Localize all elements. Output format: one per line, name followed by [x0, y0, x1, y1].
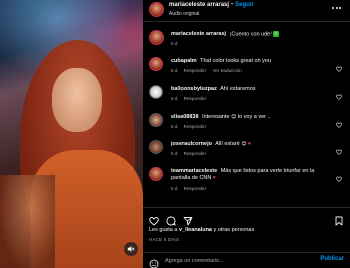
- comment-item: balloonsbyluzpaz Ahí estaremos 5 d Respo…: [143, 84, 350, 104]
- comment-username[interactable]: cubapalm: [171, 58, 197, 64]
- comment-meta: 5 d Responder: [171, 124, 211, 129]
- comment-like-button[interactable]: [336, 59, 342, 72]
- post-date: HACE 5 DÍAS: [149, 237, 180, 242]
- save-button[interactable]: [334, 213, 344, 226]
- send-icon: [183, 217, 193, 226]
- more-horizontal-icon[interactable]: [332, 5, 342, 11]
- likes-summary: Les gusta a v_lleanaluna y otras persona…: [149, 227, 254, 233]
- comment-text-line: elisa08838 Interesante 😊 lo voy a ver ..: [171, 114, 331, 121]
- mute-toggle-button[interactable]: [124, 242, 138, 256]
- heart-outline-icon: [336, 176, 342, 182]
- reply-button[interactable]: Responder: [184, 124, 206, 129]
- post-detail-panel: mariaceleste arrarasj • Seguir Audio origi…: [143, 0, 350, 268]
- add-comment-bar: Publicar: [143, 252, 350, 268]
- comment-text-line: joseraulcornejo Allí estaré 😊 ♥: [171, 141, 331, 148]
- caption-time: 5 d: [171, 41, 178, 46]
- commenter-avatar[interactable]: [149, 57, 163, 71]
- post-caption: mariaceleste arrarasj ¡Cuento con ude! ✓…: [143, 26, 350, 50]
- speaker-muted-icon: [127, 246, 135, 252]
- author-avatar[interactable]: [149, 2, 164, 17]
- heart-outline-icon: [336, 122, 342, 128]
- likes-prefix: Les gusta a: [149, 227, 178, 233]
- comment-meta: 5 d Responder: [171, 96, 211, 101]
- commenter-avatar[interactable]: [149, 113, 163, 127]
- follow-button[interactable]: Seguir: [235, 2, 254, 8]
- check-emoji-icon: ✓: [273, 31, 280, 37]
- comment-time: 5 d: [171, 124, 178, 129]
- comment-input[interactable]: [165, 256, 305, 266]
- comment-text-line: balloonsbyluzpaz Ahí estaremos: [171, 86, 331, 93]
- caption-text: ¡Cuento con ude!: [229, 31, 272, 38]
- presenter-face: [52, 68, 102, 132]
- comment-time: 5 d: [171, 151, 178, 156]
- red-heart-emoji-icon: ♥: [247, 141, 251, 147]
- publish-button[interactable]: Publicar: [320, 256, 344, 262]
- reply-button[interactable]: Responder: [184, 151, 206, 156]
- comment-username[interactable]: joseraulcornejo: [171, 141, 212, 147]
- caption-text-line: mariaceleste arrarasj ¡Cuento con ude! ✓: [171, 31, 331, 38]
- bookmark-icon: [335, 216, 343, 226]
- comment-text: That color looks great on you: [200, 58, 272, 64]
- comment-time: 5 d: [171, 186, 178, 191]
- smile-emoji-icon: 😊: [241, 141, 247, 147]
- commenter-avatar[interactable]: [149, 85, 163, 99]
- comment-username[interactable]: teammariaceleste: [171, 168, 217, 174]
- heart-outline-icon: [336, 66, 342, 72]
- post-action-bar: [143, 207, 350, 226]
- comment-text-cont: lo voy a ver ..: [237, 114, 271, 120]
- reply-button[interactable]: Responder: [184, 186, 206, 191]
- secondary-figure: [0, 175, 55, 268]
- heart-outline-icon: [336, 94, 342, 100]
- comment-item: cubapalm That color looks great on you 5…: [143, 56, 350, 76]
- comment-like-button[interactable]: [336, 115, 342, 128]
- separator-dot: •: [231, 2, 234, 8]
- comment-text-line: teammariaceleste Más que listos para ver…: [171, 168, 321, 182]
- comment-item: elisa08838 Interesante 😊 lo voy a ver ..…: [143, 112, 350, 132]
- reply-button[interactable]: Responder: [184, 96, 206, 101]
- audio-label[interactable]: Audio original: [169, 11, 199, 17]
- like-button[interactable]: [149, 213, 159, 226]
- reply-button[interactable]: Responder: [184, 68, 206, 73]
- share-button[interactable]: [183, 213, 193, 226]
- smile-emoji-icon: 😊: [231, 114, 237, 120]
- comment-username[interactable]: balloonsbyluzpaz: [171, 86, 217, 92]
- comment-item: joseraulcornejo Allí estaré 😊 ♥ 5 d Resp…: [143, 139, 350, 159]
- emoji-picker-button[interactable]: [149, 256, 159, 268]
- author-username[interactable]: mariaceleste arrarasj: [169, 2, 229, 8]
- comment-icon: [166, 216, 176, 226]
- red-heart-emoji-icon: ♥: [212, 175, 216, 181]
- post-header: mariaceleste arrarasj • Seguir Audio origi…: [143, 0, 350, 22]
- comment-like-button[interactable]: [336, 87, 342, 100]
- comment-like-button[interactable]: [336, 169, 342, 182]
- comment-item: teammariaceleste Más que listos para ver…: [143, 166, 350, 196]
- comment-text: Ahí estaremos: [220, 86, 256, 92]
- heart-outline-icon: [336, 149, 342, 155]
- likes-suffix[interactable]: y otras personas: [214, 227, 255, 233]
- likes-user[interactable]: v_lleanaluna: [179, 227, 212, 233]
- caption-avatar[interactable]: [149, 30, 164, 45]
- comment-like-button[interactable]: [336, 142, 342, 155]
- comment-button[interactable]: [166, 213, 176, 226]
- reel-video[interactable]: [0, 0, 143, 268]
- comment-time: 5 d: [171, 96, 178, 101]
- comment-text: Allí estaré: [215, 141, 240, 147]
- comment-text-line: cubapalm That color looks great on you: [171, 58, 331, 65]
- comment-meta: 5 d Responder: [171, 151, 211, 156]
- translate-link[interactable]: Ver traducción: [212, 68, 241, 73]
- caption-username[interactable]: mariaceleste arrarasj: [171, 31, 226, 37]
- heart-icon: [149, 217, 159, 226]
- commenter-avatar[interactable]: [149, 167, 163, 181]
- smiley-icon: [149, 259, 159, 268]
- author-line: mariaceleste arrarasj • Seguir: [169, 2, 254, 8]
- commenter-avatar[interactable]: [149, 140, 163, 154]
- comment-text: Interesante: [202, 114, 230, 120]
- caption-meta: 5 d: [171, 41, 182, 46]
- comment-username[interactable]: elisa08838: [171, 114, 199, 120]
- comment-meta: 5 d Responder: [171, 186, 211, 191]
- comment-time: 5 d: [171, 68, 178, 73]
- comment-meta: 5 d Responder Ver traducción: [171, 68, 247, 73]
